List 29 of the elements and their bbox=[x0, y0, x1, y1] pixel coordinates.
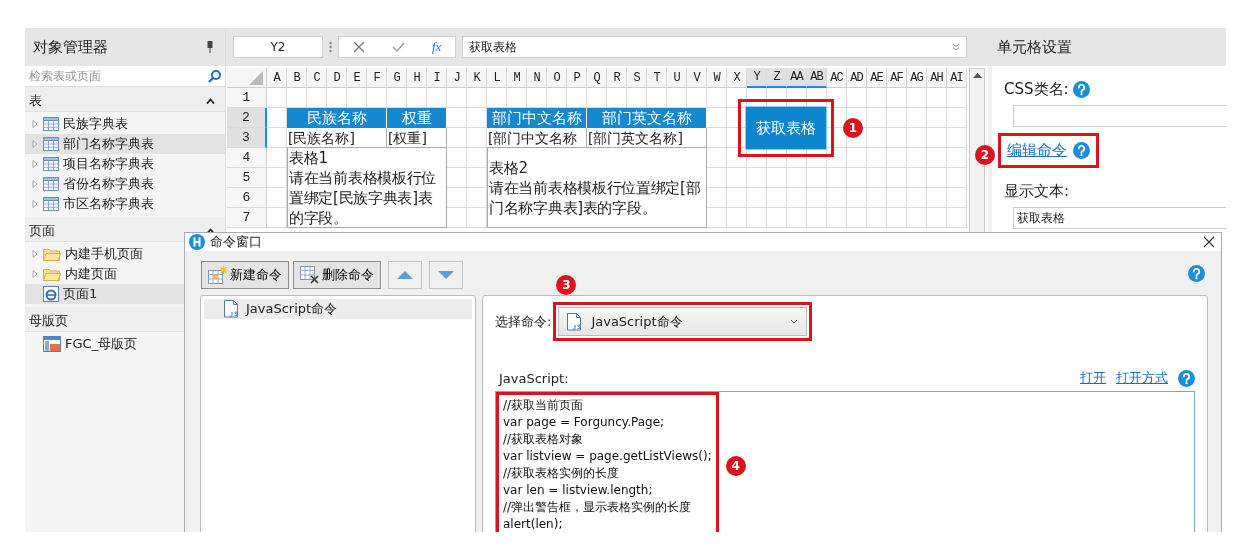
formula-text: 获取表格 bbox=[469, 38, 517, 56]
code-text: //获取当前页面 var page = Forguncy.Page; //获取表格对象 var listview = page.getListViews(); //获取表格实例的长度 var len = listview.length; //弹出警告框，显示表格实例的长度 alert(len); bbox=[503, 397, 712, 532]
section-title: 表 bbox=[29, 92, 42, 110]
callout-badge: 3 bbox=[556, 275, 577, 295]
field-binding: [权重] bbox=[387, 128, 447, 148]
note-title: 表格1 bbox=[289, 147, 329, 168]
section-title: 母版页 bbox=[29, 312, 68, 330]
field-label: 显示文本: bbox=[1004, 182, 1070, 201]
field-label: CSS类名: bbox=[1004, 80, 1069, 99]
dropdown-value: JavaScript命令 bbox=[591, 312, 683, 331]
table-note: 请在当前表格模板行位置绑定[民族字典表]表的字段。 bbox=[289, 167, 437, 228]
field-label: 选择命令: bbox=[495, 312, 552, 331]
callout-badge: 4 bbox=[725, 456, 746, 476]
note-title: 表格2 bbox=[489, 157, 529, 178]
callout-badge: 2 bbox=[975, 145, 995, 165]
column-title: 权重 bbox=[387, 108, 447, 128]
column-title: 部门中文名称 bbox=[487, 108, 587, 128]
column-title: 民族名称 bbox=[287, 108, 387, 128]
panel-title: 对象管理器 bbox=[33, 37, 108, 57]
field-binding: [民族名称] bbox=[287, 128, 387, 148]
section-title: 页面 bbox=[29, 222, 55, 240]
panel-title: 单元格设置 bbox=[997, 37, 1072, 57]
callout-badge: 1 bbox=[843, 118, 863, 138]
table-note: 请在当前表格模板行位置绑定[部门名称字典表]表的字段。 bbox=[489, 177, 702, 218]
field-label: JavaScript: bbox=[499, 370, 569, 386]
field-binding: [部门英文名称] bbox=[587, 128, 707, 148]
field-binding: [部门中文名称 bbox=[487, 128, 587, 148]
column-title: 部门英文名称 bbox=[587, 108, 707, 128]
dialog-title: 命令窗口 bbox=[210, 233, 262, 251]
